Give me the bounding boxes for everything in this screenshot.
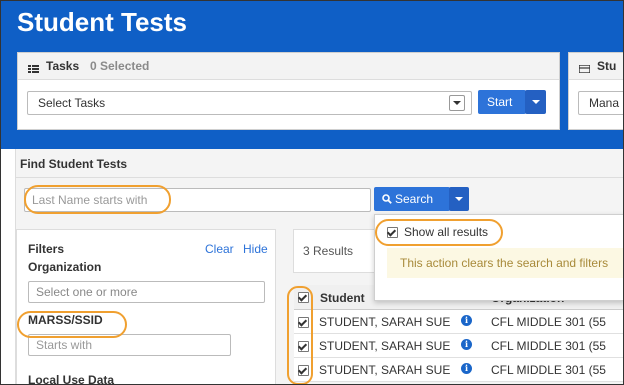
search-options-toggle[interactable] — [449, 187, 469, 211]
filters-panel: Filters Clear Hide Organization Select o… — [16, 229, 276, 385]
manage-dropdown[interactable]: Mana — [578, 91, 623, 115]
caret-down-icon — [455, 197, 463, 201]
table-row[interactable]: STUDENT, SARAH SUE i CFL MIDDLE 301 (55 — [294, 358, 623, 382]
tasks-panel-header: Tasks 0 Selected — [18, 53, 559, 80]
student-name[interactable]: STUDENT, SARAH SUE — [319, 363, 450, 377]
app-frame: Student Tests Tasks 0 Selected Select Ta… — [0, 0, 624, 385]
panel-pointer-arrow — [546, 134, 564, 144]
start-dropdown-toggle[interactable] — [525, 90, 546, 114]
organization-name: CFL MIDDLE 301 (55 — [491, 339, 606, 353]
list-icon — [578, 62, 591, 74]
second-panel-header: Stu — [569, 53, 623, 80]
organization-label: Organization — [28, 260, 102, 274]
page-header: Student Tests Tasks 0 Selected Select Ta… — [1, 1, 623, 149]
organization-select[interactable]: Select one or more — [28, 281, 265, 303]
table-row[interactable]: STUDENT, SARAH SUE i CFL MIDDLE 301 (55 — [294, 310, 623, 334]
filters-title: Filters — [28, 242, 65, 256]
local-use-label: Local Use Data — [28, 373, 115, 385]
highlight-checkboxes — [287, 286, 313, 384]
info-icon[interactable]: i — [461, 339, 472, 350]
tasks-panel: Tasks 0 Selected Select Tasks Start — [17, 52, 560, 130]
search-button[interactable]: Search — [374, 187, 450, 211]
search-icon — [382, 193, 392, 204]
warning-text: This action clears the search and filter… — [400, 256, 609, 270]
student-name[interactable]: STUDENT, SARAH SUE — [319, 339, 450, 353]
second-panel: Stu Mana — [568, 52, 623, 130]
info-icon[interactable]: i — [461, 363, 472, 374]
tasks-list-icon — [28, 62, 39, 73]
second-panel-title: Stu — [597, 59, 617, 73]
manage-dropdown-value: Mana — [589, 96, 620, 110]
caret-down-icon — [532, 100, 540, 104]
start-button[interactable]: Start — [478, 90, 526, 114]
divider — [16, 177, 623, 178]
highlight-show-all — [375, 219, 503, 246]
clear-filters-link[interactable]: Clear — [205, 242, 234, 256]
highlight-last-name — [24, 185, 171, 214]
tasks-title: Tasks — [46, 59, 80, 73]
info-icon[interactable]: i — [461, 315, 472, 326]
student-name[interactable]: STUDENT, SARAH SUE — [319, 315, 450, 329]
tasks-selected-count: 0 Selected — [90, 59, 150, 73]
column-header-student[interactable]: Student — [320, 291, 365, 305]
start-button-label: Start — [487, 95, 513, 109]
organization-placeholder: Select one or more — [36, 285, 138, 299]
organization-name: CFL MIDDLE 301 (55 — [491, 315, 606, 329]
highlight-marss — [17, 311, 127, 338]
select-tasks-value: Select Tasks — [38, 96, 106, 110]
page-title: Student Tests — [17, 7, 187, 37]
results-count: 3 Results — [303, 244, 354, 258]
marss-placeholder: Starts with — [36, 338, 93, 352]
search-button-label: Search — [395, 192, 434, 206]
warning-message: This action clears the search and filter… — [387, 248, 623, 278]
chevron-down-icon[interactable] — [449, 95, 465, 111]
hide-filters-link[interactable]: Hide — [243, 242, 268, 256]
select-tasks-dropdown[interactable]: Select Tasks — [27, 91, 472, 115]
table-row[interactable]: STUDENT, SARAH SUE i CFL MIDDLE 301 (55 — [294, 334, 623, 358]
find-heading: Find Student Tests — [20, 157, 128, 171]
organization-name: CFL MIDDLE 301 (55 — [491, 363, 606, 377]
